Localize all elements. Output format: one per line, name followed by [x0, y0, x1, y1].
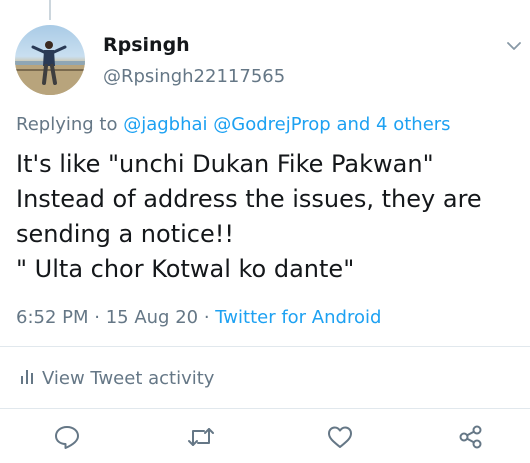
- more-options-button[interactable]: [505, 37, 523, 55]
- mention-link-jagbhai[interactable]: @jagbhai: [123, 114, 207, 135]
- share-icon: [459, 425, 482, 449]
- tweet-detail-screen: Rpsingh @Rpsingh22117565 Replying to @ja…: [0, 0, 530, 463]
- tweet-text-line: " Ulta chor Kotwal ko dante": [16, 255, 355, 283]
- meta-separator: ·: [198, 307, 216, 328]
- share-button[interactable]: [456, 423, 486, 451]
- retweet-icon: [188, 428, 214, 446]
- tweet-text: It's like "unchi Dukan Fike Pakwan" Inst…: [16, 147, 526, 287]
- meta-separator: ·: [88, 307, 106, 328]
- author-name[interactable]: Rpsingh: [103, 34, 190, 56]
- reply-icon: [55, 426, 79, 449]
- retweet-button[interactable]: [186, 423, 216, 451]
- author-handle[interactable]: @Rpsingh22117565: [103, 66, 285, 87]
- thread-connector-line: [49, 0, 51, 20]
- tweet-text-line: sending a notice!!: [16, 220, 234, 248]
- tweet-time: 6:52 PM: [16, 307, 89, 328]
- like-button[interactable]: [325, 423, 355, 451]
- view-tweet-activity-button[interactable]: View Tweet activity: [20, 365, 214, 391]
- avatar[interactable]: [15, 25, 85, 95]
- tweet-text-line: Instead of address the issues, they are: [16, 185, 482, 213]
- replying-to: Replying to @jagbhai @GodrejProp and 4 o…: [16, 114, 451, 135]
- heart-icon: [328, 426, 352, 448]
- mention-link-others[interactable]: and 4 others: [336, 114, 450, 135]
- replying-to-label: Replying to: [16, 114, 118, 135]
- tweet-metadata: 6:52 PM · 15 Aug 20 · Twitter for Androi…: [16, 307, 381, 328]
- chevron-down-icon: [507, 42, 521, 50]
- tweet-date: 15 Aug 20: [105, 307, 199, 328]
- tweet-text-line: It's like "unchi Dukan Fike Pakwan": [16, 150, 434, 178]
- tweet-client-link[interactable]: Twitter for Android: [215, 307, 381, 328]
- divider: [0, 346, 530, 347]
- reply-button[interactable]: [52, 423, 82, 451]
- view-tweet-activity-label: View Tweet activity: [42, 367, 215, 389]
- divider: [0, 408, 530, 409]
- mention-link-godrejprop[interactable]: @GodrejProp: [213, 114, 330, 135]
- analytics-bars-icon: [20, 368, 34, 389]
